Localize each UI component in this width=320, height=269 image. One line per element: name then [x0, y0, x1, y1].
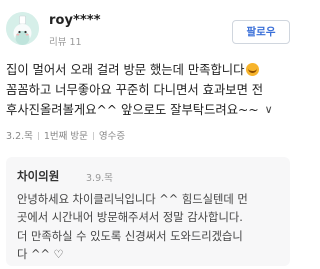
review-text-line-1: 집이 멀어서 오래 걸려 방문 했는데 만족합니다: [6, 63, 245, 77]
smiling-face-emoji-icon: [246, 63, 260, 76]
avatar[interactable]: [6, 12, 39, 45]
receipt-badge: 영수증: [98, 131, 126, 142]
review-header: roy**** 리뷰 11 팔로우: [6, 10, 290, 50]
visit-count: 1번째 방문: [43, 131, 88, 142]
review-count: 리뷰 11: [49, 37, 82, 48]
username[interactable]: roy****: [49, 13, 101, 28]
review-text-line: 집이 멀어서 오래 걸려 방문 했는데 만족합니다: [6, 60, 292, 80]
avatar-character-icon: [6, 12, 39, 45]
reply-text-line-2: 곳에서 시간내어 방문해주셔서 정말 감사합니다.: [17, 211, 243, 225]
reply-date: 3.9.목: [86, 173, 113, 184]
meta-divider: [92, 132, 94, 140]
review-text-line-2: 꼼꼼하고 너무좋아요 꾸준히 다니면서 효과보면 전: [6, 83, 264, 97]
review-date: 3.2.목: [6, 131, 33, 142]
reply-author[interactable]: 차이의원: [17, 168, 59, 184]
owner-reply: 차이의원 3.9.목 안녕하세요 차이클리닉입니다 ^^ 힘드실텐데 먼 곳에서…: [6, 157, 290, 266]
review-text[interactable]: 집이 멀어서 오래 걸려 방문 했는데 만족합니다 꼼꼼하고 너무좋아요 꾸준히…: [6, 60, 292, 120]
review-meta: 3.2.목 1번째 방문 영수증: [6, 128, 125, 142]
chevron-down-icon[interactable]: ∨: [265, 100, 273, 120]
reply-text-line-3: 더 만족하실 수 있도록 신경써서 도와드리겠습니: [17, 229, 243, 243]
reply-text: 안녕하세요 차이클리닉입니다 ^^ 힘드실텐데 먼 곳에서 시간내어 방문해주셔…: [17, 191, 285, 264]
review-text-line-3: 후사진올려볼게요^^ 앞으로도 잘부탁드려요~~: [6, 103, 259, 117]
reply-text-line-4: 다 ^^ ♡: [17, 247, 64, 261]
reply-text-line-1: 안녕하세요 차이클리닉입니다 ^^ 힘드실텐데 먼: [17, 193, 248, 206]
review-text-line: 후사진올려볼게요^^ 앞으로도 잘부탁드려요~~ ∨: [6, 100, 292, 120]
meta-divider: [37, 132, 39, 140]
follow-button[interactable]: 팔로우: [232, 20, 290, 44]
